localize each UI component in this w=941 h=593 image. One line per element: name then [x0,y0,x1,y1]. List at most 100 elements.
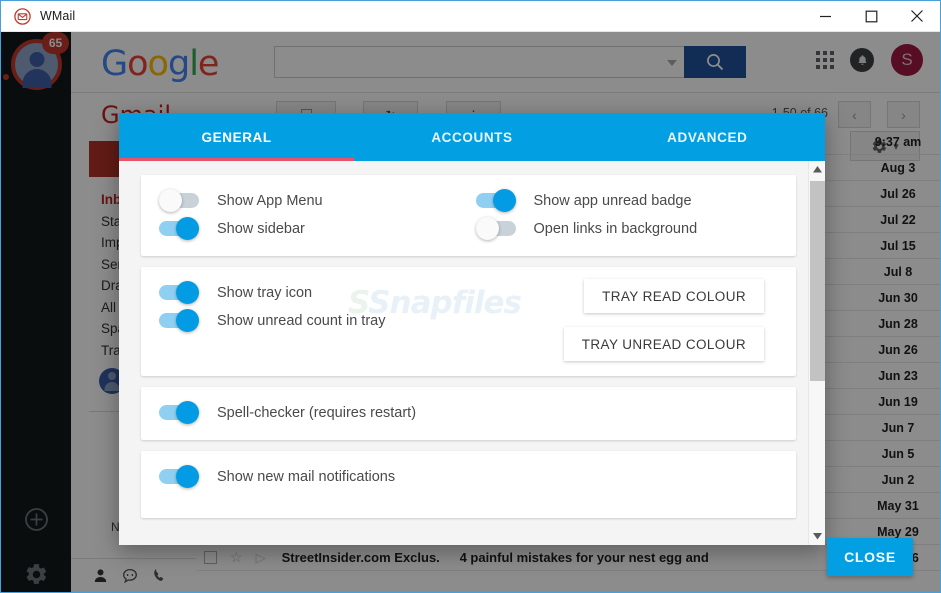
toggle-show-tray-icon[interactable] [159,281,199,304]
close-icon[interactable] [894,1,940,32]
toggle-knob [176,401,199,424]
row-date: Jun 28 [878,316,918,331]
account-avatar[interactable]: S [891,44,923,76]
search-dropdown-caret-icon[interactable] [667,60,677,66]
row-date: Jun 2 [881,472,915,487]
tab-general[interactable]: GENERAL [119,113,354,161]
toggle-knob [176,217,199,240]
apps-grid-icon[interactable] [816,51,834,69]
window-title: WMail [40,9,76,23]
settings-gear-icon[interactable] [24,562,49,587]
next-page-button[interactable]: › [887,101,920,128]
tab-advanced[interactable]: ADVANCED [590,113,825,161]
row-date: Jun 5 [881,446,915,461]
toggle-show-sidebar[interactable] [159,217,199,240]
option-label: Open links in background [533,220,698,237]
star-icon[interactable]: ☆ [230,549,243,566]
toggle-knob [475,217,499,240]
settings-body: Show App Menu Show sidebar Show app unre… [119,161,825,545]
row-date: Jul 22 [880,212,916,227]
row-date: Jul 26 [880,186,916,201]
settings-scrollbar[interactable] [808,161,825,545]
row-date: May 29 [877,524,919,539]
toggle-spell-checker[interactable] [159,401,199,424]
wmail-window: WMail 65 Google S ‹ › ▾ Sent All Trash 9… [0,0,941,593]
option-spell-checker[interactable]: Spell-checker (requires restart) [159,400,778,425]
row-checkbox[interactable] [204,551,217,564]
wmail-envelope-icon [14,7,31,25]
contact-head [108,372,116,380]
notifications-card: Show new mail notifications [141,451,796,518]
toggle-show-unread-count-in-tray[interactable] [159,309,199,332]
scroll-up-arrow-icon[interactable] [809,161,825,178]
tag-icon[interactable]: ▷ [256,550,266,566]
prev-page-button[interactable]: ‹ [838,101,871,128]
toggle-knob [176,281,199,304]
option-show-app-unread-badge[interactable]: Show app unread badge [475,188,779,213]
scroll-down-arrow-icon[interactable] [809,528,825,545]
row-sender: StreetInsider.com Exclus. [281,550,440,565]
scrollbar-thumb[interactable] [810,181,825,381]
logo-letter-o1: o [127,44,148,84]
toggle-show-app-menu[interactable] [159,189,199,212]
tray-card: Show tray icon Show unread count in tray… [141,267,796,376]
chat-icon[interactable] [122,568,138,584]
toggle-show-new-mail-notifications[interactable] [159,465,199,488]
maximize-icon[interactable] [848,1,894,32]
logo-letter-o2: o [147,44,169,84]
row-date: Jun 30 [878,290,918,305]
row-date: Jun 19 [878,394,918,409]
option-open-links-in-background[interactable]: Open links in background [475,216,779,241]
toggle-knob [492,189,516,212]
toggle-knob [176,465,199,488]
option-show-sidebar[interactable]: Show sidebar [159,216,462,241]
close-button[interactable]: CLOSE [827,538,913,576]
option-show-new-mail-notifications[interactable]: Show new mail notifications [159,464,778,489]
row-date: Jul 8 [883,264,913,279]
minimize-icon[interactable] [802,1,848,32]
window-controls [802,1,940,32]
contact-body [104,382,120,391]
add-account-icon[interactable] [24,507,49,532]
appearance-card: Show App Menu Show sidebar Show app unre… [141,175,796,256]
google-header: Google S [71,32,940,93]
row-date: Jun 26 [878,342,918,357]
person-icon[interactable] [93,568,108,583]
row-date: Jun 7 [881,420,915,435]
settings-dialog: GENERAL ACCOUNTS ADVANCED Show App Menu [119,113,825,545]
appearance-right-column: Show app unread badge Open links in back… [462,185,779,244]
tab-accounts[interactable]: ACCOUNTS [354,113,589,161]
toggle-knob [176,309,199,332]
row-subject: 4 painful mistakes for your nest egg and [459,550,709,565]
option-label: Show App Menu [217,192,323,209]
logo-letter-l: l [189,44,199,84]
account-rail: 65 [1,32,71,592]
rail-unread-badge: 65 [42,32,69,54]
row-date: 9:37 am [874,134,922,149]
bell-icon[interactable] [850,48,874,72]
header-icon-group: S [816,44,923,76]
appearance-left-column: Show App Menu Show sidebar [159,185,462,244]
search-button[interactable] [684,46,746,78]
option-label: Show sidebar [217,220,305,237]
option-label: Show new mail notifications [217,468,396,485]
option-show-app-menu[interactable]: Show App Menu [159,188,462,213]
tray-colour-buttons: TRAY READ COLOUR TRAY UNREAD COLOUR [563,279,764,361]
search-icon [707,54,724,71]
phone-icon[interactable] [152,568,168,584]
tray-unread-colour-button[interactable]: TRAY UNREAD COLOUR [563,327,764,361]
search-input[interactable] [274,46,686,78]
tray-read-colour-button[interactable]: TRAY READ COLOUR [584,279,764,313]
row-date: Aug 3 [880,160,916,175]
option-label: Show app unread badge [533,192,692,209]
chat-bottom-bar [71,558,196,592]
toggle-show-app-unread-badge[interactable] [475,189,516,212]
row-date: Jul 15 [880,238,916,253]
option-label: Spell-checker (requires restart) [217,404,417,421]
avatar-head [29,52,44,67]
logo-letter-e: e [197,44,220,84]
toggle-open-links-in-background[interactable] [475,217,516,240]
settings-tabs: GENERAL ACCOUNTS ADVANCED [119,113,825,161]
avatar-body [22,69,51,88]
logo-letter-g1: G [101,44,128,84]
